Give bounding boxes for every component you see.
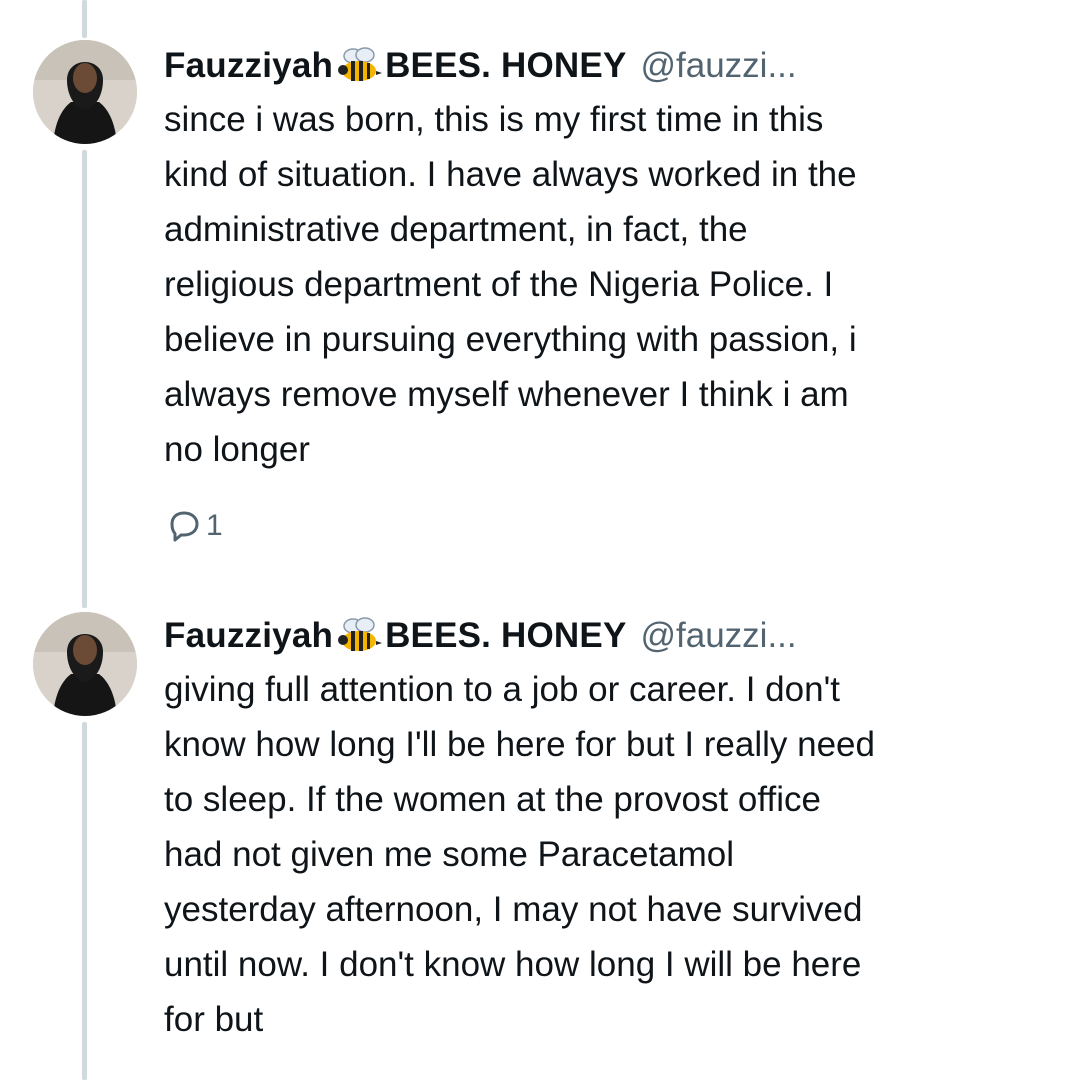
- bee-icon: [335, 46, 383, 86]
- user-handle[interactable]: @fauzzi...: [641, 44, 797, 88]
- tweet-actions: 1: [164, 506, 223, 546]
- user-handle[interactable]: @fauzzi...: [641, 614, 797, 658]
- reply-icon[interactable]: [164, 506, 204, 546]
- display-name[interactable]: Fauzziyah: [164, 614, 333, 658]
- avatar[interactable]: [33, 40, 137, 144]
- reply-count: 1: [206, 509, 223, 542]
- tweet-text: since i was born, this is my first time …: [164, 100, 857, 469]
- display-name-suffix[interactable]: BEES. HONEY: [385, 44, 626, 88]
- avatar[interactable]: [33, 612, 137, 716]
- tweet-text: giving full attention to a job or career…: [164, 670, 875, 1039]
- display-name[interactable]: Fauzziyah: [164, 44, 333, 88]
- thread-connector-middle: [82, 150, 87, 608]
- display-name-suffix[interactable]: BEES. HONEY: [385, 614, 626, 658]
- thread-connector-bottom: [82, 722, 87, 1080]
- thread-connector-top: [82, 0, 87, 38]
- bee-icon: [335, 616, 383, 656]
